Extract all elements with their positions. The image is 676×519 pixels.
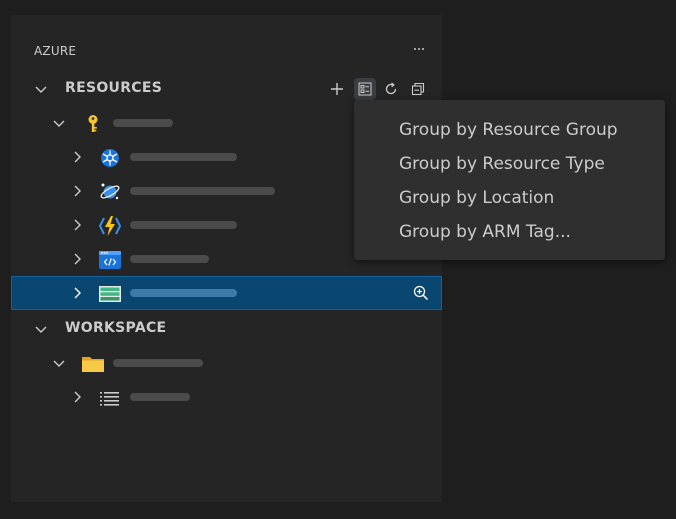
chevron-down-icon (51, 355, 67, 371)
menu-item-label: Group by Resource Group (399, 120, 618, 140)
list-icon (99, 387, 121, 409)
storage-account-icon (99, 283, 121, 305)
menu-item-label: Group by ARM Tag... (399, 222, 571, 242)
menu-item-group-by-resource-group[interactable]: Group by Resource Group (354, 113, 665, 147)
static-web-app-icon (99, 249, 121, 271)
chevron-right-icon (69, 217, 85, 233)
add-icon[interactable] (326, 78, 348, 100)
workspace-item-row[interactable] (11, 380, 442, 414)
cosmos-db-icon (99, 181, 121, 203)
key-icon (82, 113, 104, 135)
workspace-section-header[interactable]: WORKSPACE (11, 312, 442, 346)
folder-icon (82, 353, 104, 375)
resource-name-placeholder (130, 255, 209, 263)
function-app-icon (99, 215, 121, 237)
workspace-item-placeholder (130, 393, 190, 401)
chevron-right-icon (69, 285, 85, 301)
resources-section-label: RESOURCES (65, 80, 163, 96)
menu-item-label: Group by Location (399, 188, 555, 208)
chevron-right-icon (69, 389, 85, 405)
menu-item-group-by-location[interactable]: Group by Location (354, 181, 665, 215)
folder-name-placeholder (113, 359, 203, 367)
chevron-right-icon (69, 183, 85, 199)
chevron-right-icon (69, 251, 85, 267)
workspace-section-label: WORKSPACE (65, 320, 167, 336)
resource-name-placeholder (130, 153, 237, 161)
chevron-right-icon (69, 149, 85, 165)
chevron-down-icon (33, 81, 49, 97)
menu-item-group-by-resource-type[interactable]: Group by Resource Type (354, 147, 665, 181)
resource-name-placeholder (130, 221, 237, 229)
more-actions-icon[interactable] (410, 41, 428, 57)
zoom-in-icon[interactable] (412, 284, 430, 302)
workspace-folder-row[interactable] (11, 346, 442, 380)
chevron-down-icon (51, 115, 67, 131)
refresh-icon[interactable] (380, 78, 402, 100)
resource-row-storage-account[interactable] (11, 276, 442, 310)
subscription-name-placeholder (113, 119, 173, 127)
group-by-icon[interactable] (354, 78, 376, 100)
menu-item-group-by-arm-tag[interactable]: Group by ARM Tag... (354, 215, 665, 249)
group-by-context-menu: Group by Resource Group Group by Resourc… (354, 100, 665, 260)
kubernetes-icon (99, 147, 121, 169)
chevron-down-icon (33, 321, 49, 337)
resource-name-placeholder (130, 289, 237, 297)
menu-item-label: Group by Resource Type (399, 154, 605, 174)
resource-name-placeholder (130, 187, 275, 195)
collapse-all-icon[interactable] (407, 78, 429, 100)
panel-title: AZURE (34, 44, 77, 58)
